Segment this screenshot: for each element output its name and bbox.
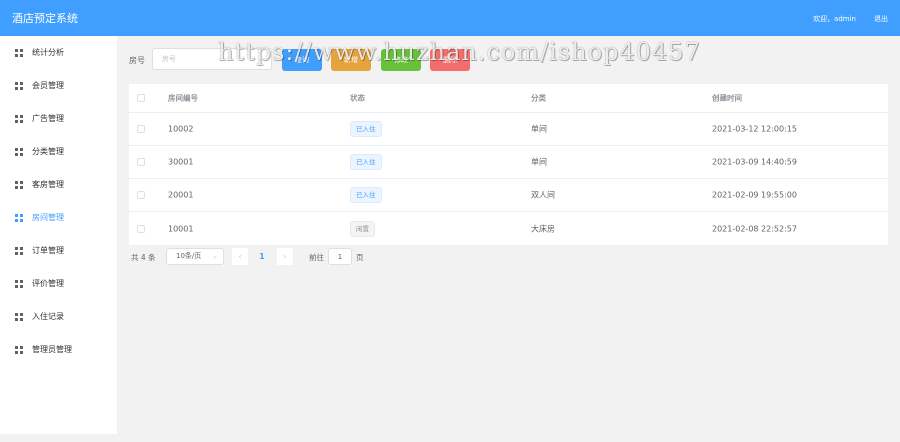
header-status: 状态 bbox=[350, 93, 365, 103]
chevron-down-icon: ⌄ bbox=[212, 252, 218, 260]
header-room-number: 房间编号 bbox=[168, 93, 198, 103]
row-checkbox[interactable] bbox=[137, 191, 145, 199]
sidebar-item-label: 客房管理 bbox=[32, 180, 64, 189]
sidebar-item-ads[interactable]: 广告管理 bbox=[0, 102, 117, 135]
goto-unit-label: 页 bbox=[356, 253, 364, 262]
sidebar-item-label: 订单管理 bbox=[32, 246, 64, 255]
sidebar-item-label: 入住记录 bbox=[32, 312, 64, 321]
room-number: 10002 bbox=[168, 124, 194, 134]
top-header: 酒店预定系统 欢迎，admin 退出 bbox=[0, 0, 900, 36]
page-number-active[interactable]: 1 bbox=[253, 248, 271, 265]
status-badge: 已入住 bbox=[350, 154, 382, 170]
sidebar-item-admins[interactable]: 管理员管理 bbox=[0, 333, 117, 366]
grid-icon bbox=[15, 48, 23, 57]
grid-icon bbox=[15, 345, 23, 354]
sidebar: 统计分析 会员管理 广告管理 分类管理 客房管理 房间管理 订单管理 评价管理 … bbox=[0, 36, 117, 434]
table-row[interactable]: 10001 闲置 大床房 2021-02-08 22:52:57 bbox=[129, 212, 888, 245]
sidebar-item-orders[interactable]: 订单管理 bbox=[0, 234, 117, 267]
logout-link[interactable]: 退出 bbox=[874, 14, 888, 24]
status-badge: 已入住 bbox=[350, 121, 382, 137]
sidebar-item-members[interactable]: 会员管理 bbox=[0, 69, 117, 102]
sidebar-item-room-types[interactable]: 客房管理 bbox=[0, 168, 117, 201]
page-size-value: 10条/页 bbox=[176, 252, 202, 260]
total-count: 共 4 条 bbox=[131, 253, 156, 262]
sidebar-item-categories[interactable]: 分类管理 bbox=[0, 135, 117, 168]
grid-icon bbox=[15, 246, 23, 255]
room-number: 30001 bbox=[168, 157, 194, 167]
row-checkbox[interactable] bbox=[137, 125, 145, 133]
status-cell: 已入住 bbox=[350, 187, 382, 203]
room-number-search-input[interactable] bbox=[152, 48, 272, 70]
row-checkbox[interactable] bbox=[137, 224, 145, 233]
status-badge: 闲置 bbox=[350, 220, 375, 237]
grid-icon bbox=[15, 213, 23, 222]
status-cell: 闲置 bbox=[350, 220, 375, 237]
table-row[interactable]: 20001 已入住 双人间 2021-02-09 19:55:00 bbox=[129, 179, 888, 212]
sidebar-item-reviews[interactable]: 评价管理 bbox=[0, 267, 117, 300]
room-number: 10001 bbox=[168, 224, 194, 233]
goto-label: 前往 bbox=[309, 253, 324, 262]
query-button[interactable]: 查询 bbox=[282, 49, 322, 71]
sidebar-item-label: 房间管理 bbox=[32, 213, 64, 222]
rooms-table: 房间编号 状态 分类 创建时间 10002 已入住 单间 2021-03-12 … bbox=[129, 84, 888, 245]
room-category: 双人间 bbox=[531, 190, 555, 200]
status-cell: 已入住 bbox=[350, 154, 382, 170]
prev-page-button[interactable]: ‹ bbox=[232, 248, 248, 265]
created-time: 2021-02-08 22:52:57 bbox=[712, 224, 797, 233]
table-row[interactable]: 10002 已入住 单间 2021-03-12 12:00:15 bbox=[129, 113, 888, 146]
sidebar-item-rooms[interactable]: 房间管理 bbox=[0, 201, 117, 234]
add-button[interactable]: 新增 bbox=[331, 49, 371, 71]
row-checkbox[interactable] bbox=[137, 158, 145, 166]
table-row[interactable]: 30001 已入住 单间 2021-03-09 14:40:59 bbox=[129, 146, 888, 179]
app-title: 酒店预定系统 bbox=[12, 12, 78, 25]
sidebar-item-label: 管理员管理 bbox=[32, 345, 72, 354]
room-number-label: 房号 bbox=[129, 56, 145, 65]
sidebar-item-statistics[interactable]: 统计分析 bbox=[0, 36, 117, 69]
created-time: 2021-03-09 14:40:59 bbox=[712, 157, 797, 167]
sidebar-item-label: 广告管理 bbox=[32, 114, 64, 123]
sidebar-item-label: 统计分析 bbox=[32, 48, 64, 57]
sidebar-item-checkins[interactable]: 入住记录 bbox=[0, 300, 117, 333]
room-number: 20001 bbox=[168, 190, 194, 200]
grid-icon bbox=[15, 81, 23, 90]
page-size-select[interactable]: 10条/页 ⌄ bbox=[166, 248, 224, 265]
room-category: 单间 bbox=[531, 157, 547, 167]
grid-icon bbox=[15, 180, 23, 189]
edit-button[interactable]: 修改 bbox=[381, 49, 421, 71]
grid-icon bbox=[15, 312, 23, 321]
table-header: 房间编号 状态 分类 创建时间 bbox=[129, 84, 888, 113]
grid-icon bbox=[15, 114, 23, 123]
grid-icon bbox=[15, 147, 23, 156]
header-category: 分类 bbox=[531, 93, 546, 103]
status-badge: 已入住 bbox=[350, 187, 382, 203]
sidebar-item-label: 评价管理 bbox=[32, 279, 64, 288]
sidebar-item-label: 会员管理 bbox=[32, 81, 64, 90]
header-created-time: 创建时间 bbox=[712, 93, 742, 103]
select-all-checkbox[interactable] bbox=[137, 94, 145, 102]
welcome-user-text: 欢迎，admin bbox=[813, 15, 856, 23]
room-category: 大床房 bbox=[531, 224, 555, 233]
goto-page-input[interactable] bbox=[328, 248, 352, 265]
created-time: 2021-03-12 12:00:15 bbox=[712, 124, 797, 134]
delete-button[interactable]: 删除 bbox=[430, 49, 470, 71]
status-cell: 已入住 bbox=[350, 121, 382, 137]
next-page-button[interactable]: › bbox=[277, 248, 293, 265]
sidebar-item-label: 分类管理 bbox=[32, 147, 64, 156]
room-category: 单间 bbox=[531, 124, 547, 134]
grid-icon bbox=[15, 279, 23, 288]
created-time: 2021-02-09 19:55:00 bbox=[712, 190, 797, 200]
